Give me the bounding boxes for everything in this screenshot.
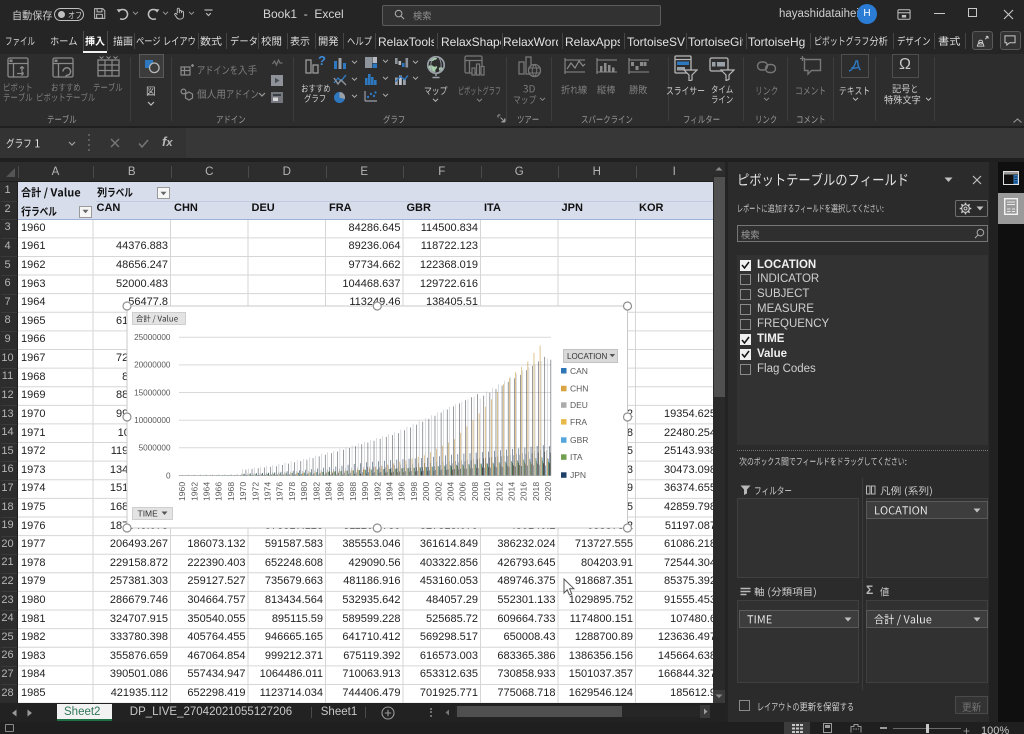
svg-text:JPN: JPN xyxy=(570,470,586,480)
svg-text:1986: 1986 xyxy=(336,482,346,501)
svg-text:1996: 1996 xyxy=(397,482,407,501)
svg-text:FRA: FRA xyxy=(570,417,587,427)
svg-text:1972: 1972 xyxy=(250,482,260,501)
svg-text:1990: 1990 xyxy=(360,482,370,501)
svg-text:CHN: CHN xyxy=(570,384,588,394)
svg-text:1962: 1962 xyxy=(189,482,199,501)
svg-text:2002: 2002 xyxy=(433,482,443,501)
svg-text:ITA: ITA xyxy=(570,452,583,462)
svg-text:2008: 2008 xyxy=(470,482,480,501)
svg-text:2016: 2016 xyxy=(519,482,529,501)
svg-text:1992: 1992 xyxy=(372,482,382,501)
svg-text:LOCATION: LOCATION xyxy=(567,352,608,361)
svg-text:1976: 1976 xyxy=(275,482,285,501)
svg-text:2010: 2010 xyxy=(482,482,492,501)
svg-text:1960: 1960 xyxy=(177,482,187,501)
svg-text:?: ? xyxy=(318,55,326,68)
svg-text:5000000: 5000000 xyxy=(139,444,171,453)
svg-text:1966: 1966 xyxy=(214,482,224,501)
svg-text:2018: 2018 xyxy=(531,482,541,501)
svg-text:2006: 2006 xyxy=(458,482,468,501)
svg-text:2012: 2012 xyxy=(494,482,504,501)
svg-text:1978: 1978 xyxy=(287,482,297,501)
svg-text:2000: 2000 xyxy=(421,482,431,501)
svg-text:15000000: 15000000 xyxy=(134,388,171,397)
svg-text:1984: 1984 xyxy=(324,482,334,501)
svg-text:CAN: CAN xyxy=(570,366,588,376)
svg-text:1964: 1964 xyxy=(202,482,212,501)
svg-text:0: 0 xyxy=(166,471,171,480)
svg-text:TIME: TIME xyxy=(138,509,159,519)
svg-text:1994: 1994 xyxy=(385,482,395,501)
svg-text:1998: 1998 xyxy=(409,482,419,501)
svg-text:1982: 1982 xyxy=(311,482,321,501)
svg-text:1988: 1988 xyxy=(348,482,358,501)
svg-text:2004: 2004 xyxy=(446,482,456,501)
svg-text:10000000: 10000000 xyxy=(134,416,171,425)
svg-text:20000000: 20000000 xyxy=(134,361,171,370)
svg-text:2014: 2014 xyxy=(507,482,517,501)
svg-text:DEU: DEU xyxy=(570,400,588,410)
svg-text:1970: 1970 xyxy=(238,482,248,501)
svg-text:GBR: GBR xyxy=(570,435,588,445)
svg-text:25000000: 25000000 xyxy=(134,333,171,342)
svg-text:2020: 2020 xyxy=(543,482,553,501)
svg-text:1968: 1968 xyxy=(226,482,236,501)
svg-text:1974: 1974 xyxy=(263,482,273,501)
svg-text:1980: 1980 xyxy=(299,482,309,501)
